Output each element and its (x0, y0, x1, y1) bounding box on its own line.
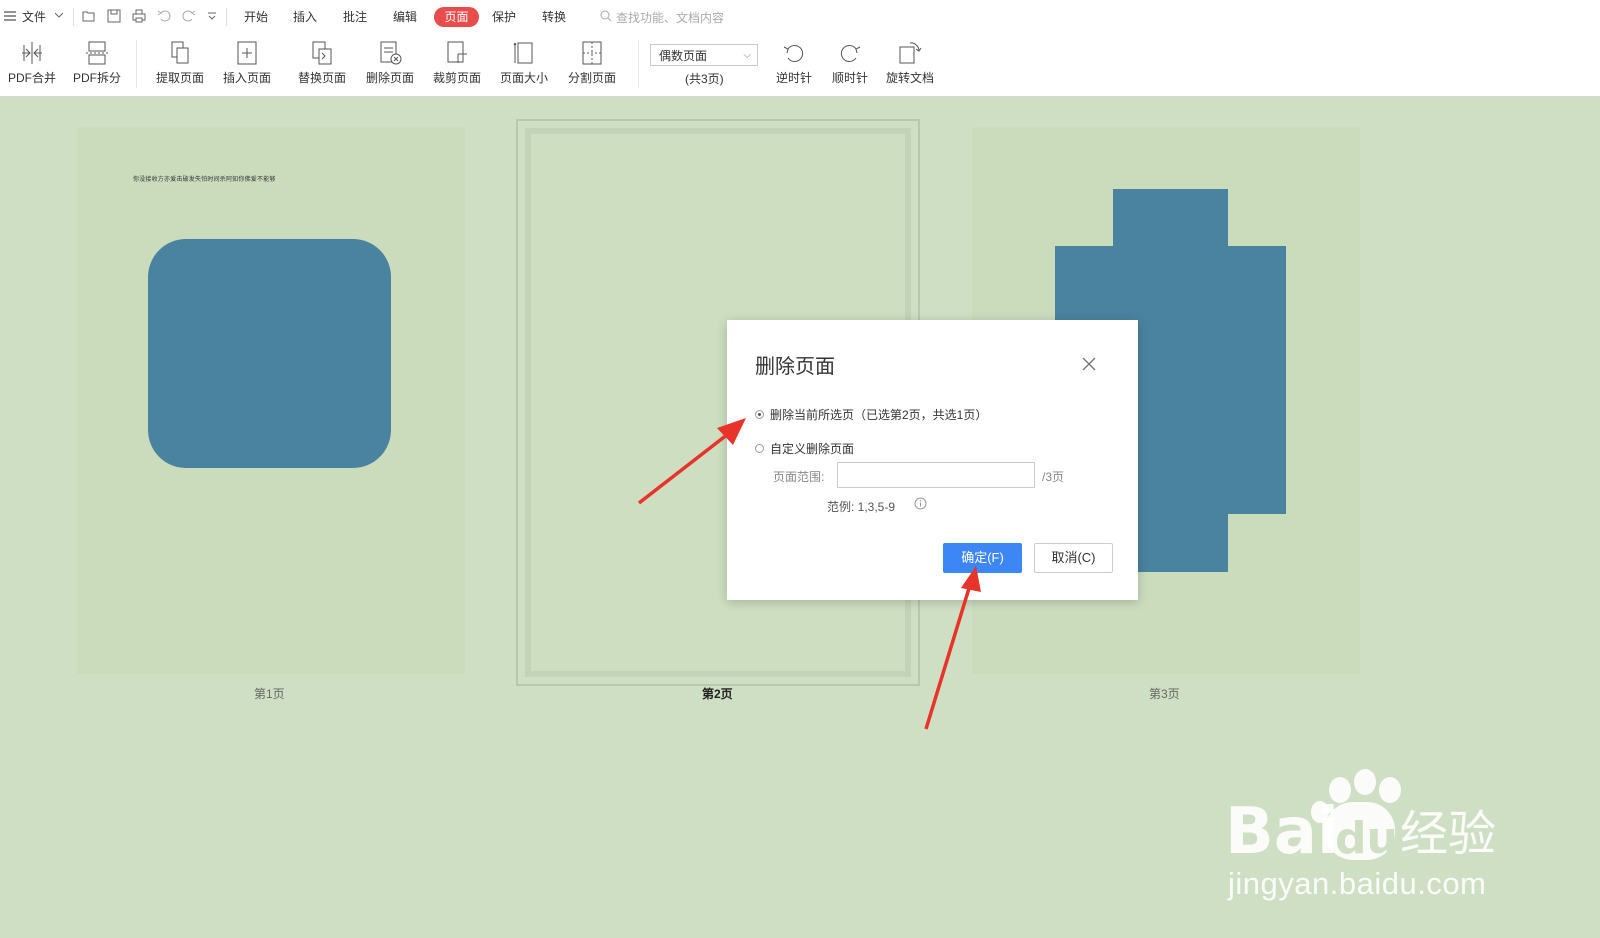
svg-text:du: du (1335, 813, 1398, 864)
svg-text:Bai: Bai (1225, 795, 1339, 869)
arrow-to-option (637, 418, 746, 505)
svg-text:经验: 经验 (1400, 806, 1496, 862)
arrow-to-confirm (924, 566, 981, 730)
watermark-url: jingyan.baidu.com (1228, 866, 1487, 901)
